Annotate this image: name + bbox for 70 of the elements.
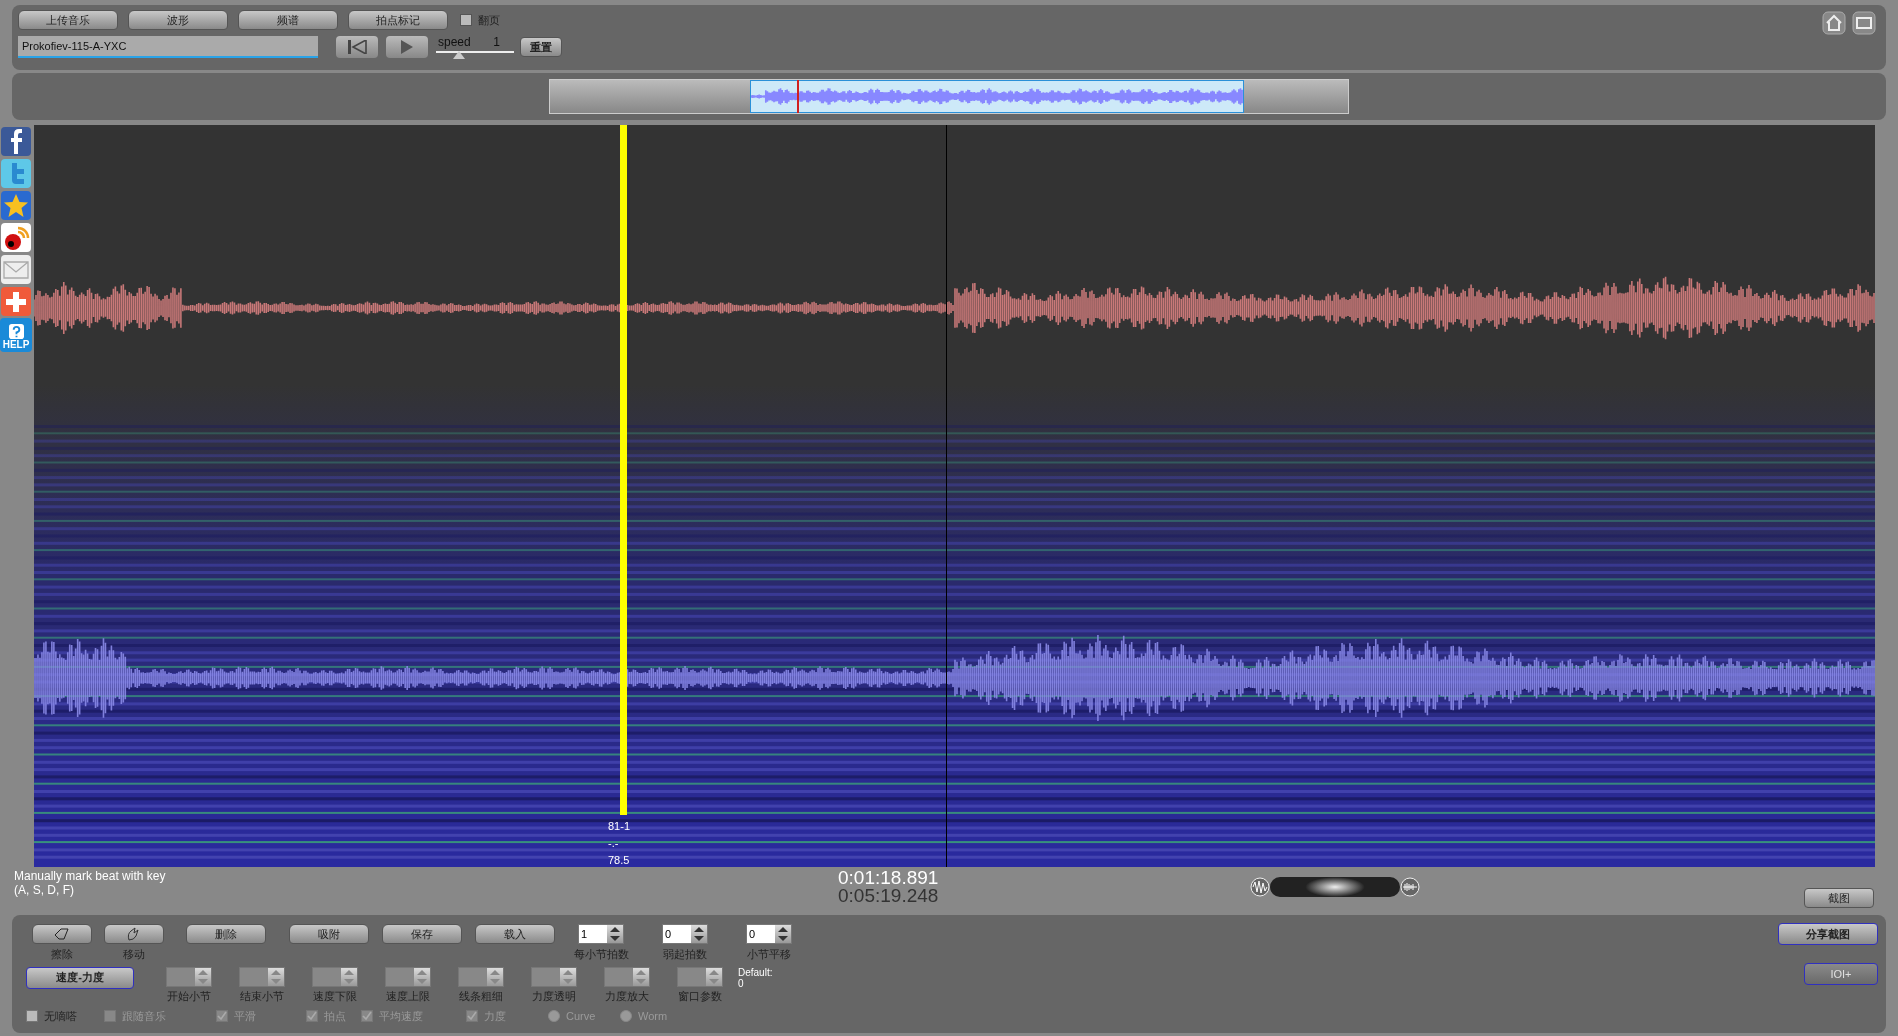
number-field[interactable]: 1 — [578, 924, 624, 944]
field-label: 弱起拍数 — [663, 947, 707, 962]
play-button[interactable] — [386, 36, 428, 58]
checkmark-icon — [217, 1011, 227, 1022]
tab-button[interactable]: 频谱 — [238, 10, 338, 30]
overview-track[interactable] — [549, 79, 1349, 114]
field-label: 线条粗细 — [458, 988, 503, 1004]
default-note: Default: — [738, 966, 773, 978]
overview-window[interactable] — [749, 80, 1245, 113]
play-icon — [400, 40, 414, 54]
tab-button[interactable]: 上传音乐 — [18, 10, 118, 30]
checkbox-label: 无嘀嗒 — [44, 1009, 77, 1024]
cursor-label: 78.5 — [608, 853, 631, 868]
field-label: 开始小节 — [166, 988, 211, 1004]
field-label: 速度上限 — [385, 988, 430, 1004]
field-label: 小节平移 — [747, 947, 791, 962]
share-screenshot-button[interactable]: 分享截图 — [1778, 923, 1878, 945]
slider-thumb[interactable] — [453, 51, 466, 59]
checkmark-icon — [362, 1011, 372, 1022]
field-label: 每小节拍数 — [573, 947, 629, 962]
waveform-zoom-icon[interactable] — [1400, 877, 1420, 897]
hint-text: Manually mark beat with key — [14, 869, 167, 883]
field-label: 力度透明 — [531, 988, 576, 1004]
field-label: 窗口参数 — [677, 988, 722, 1004]
checkmark-icon — [307, 1011, 317, 1022]
tab-button[interactable]: 拍点标记 — [348, 10, 448, 30]
tool-label: 移动 — [123, 947, 145, 962]
speed-label: speed — [438, 35, 471, 49]
rewind-button[interactable] — [336, 36, 378, 58]
skip-back-icon — [347, 40, 367, 54]
checkmark-icon — [467, 1011, 477, 1022]
home-icon[interactable] — [1822, 11, 1846, 35]
eraser-icon — [54, 928, 70, 940]
field-label: 力度放大 — [604, 988, 649, 1004]
cursor-label: 81-1 — [608, 819, 631, 834]
total-time: 0:05:19.248 — [838, 887, 939, 905]
file-name-field[interactable]: Prokofiev-115-A-YXC — [18, 36, 318, 58]
action-button[interactable]: 吸附 — [288, 924, 369, 944]
action-button[interactable]: 载入 — [474, 924, 555, 944]
number-field[interactable]: 0 — [662, 924, 708, 944]
field-label: 速度下限 — [312, 988, 357, 1004]
hand-icon — [126, 927, 142, 941]
fullscreen-icon[interactable] — [1852, 11, 1876, 35]
action-button[interactable]: 保存 — [381, 924, 462, 944]
tab-button[interactable]: 波形 — [128, 10, 228, 30]
tool-button[interactable] — [32, 924, 92, 944]
action-button[interactable]: 删除 — [186, 924, 266, 944]
reset-button[interactable]: 重置 — [520, 37, 562, 57]
hint-text: (A, S, D, F) — [14, 883, 75, 897]
checkbox-label: 翻页 — [478, 12, 500, 28]
plus-icon[interactable] — [0, 286, 32, 317]
waveform-zoom-icon[interactable] — [1250, 877, 1270, 897]
facebook-icon[interactable] — [0, 126, 32, 157]
speed-slider[interactable] — [436, 49, 514, 59]
default-note: 0 — [738, 977, 745, 989]
checkbox[interactable] — [26, 1010, 38, 1023]
screenshot-button[interactable]: 截图 — [1804, 888, 1874, 908]
cursor-label: -.- — [608, 836, 620, 851]
field-label: 结束小节 — [239, 988, 284, 1004]
number-field[interactable]: 0 — [746, 924, 792, 944]
speed-value: 1 — [493, 35, 500, 49]
current-time: 0:01:18.891 — [838, 869, 939, 887]
tool-label: 擦除 — [51, 947, 73, 962]
tool-button[interactable] — [104, 924, 164, 944]
playhead-marker[interactable] — [797, 80, 800, 113]
zoom-slider[interactable] — [1270, 877, 1400, 897]
checkbox[interactable] — [460, 14, 472, 26]
weibo-icon[interactable] — [0, 222, 32, 253]
mode-button[interactable]: 速度-力度 — [26, 966, 134, 989]
help-icon[interactable]: HELP — [0, 318, 32, 352]
